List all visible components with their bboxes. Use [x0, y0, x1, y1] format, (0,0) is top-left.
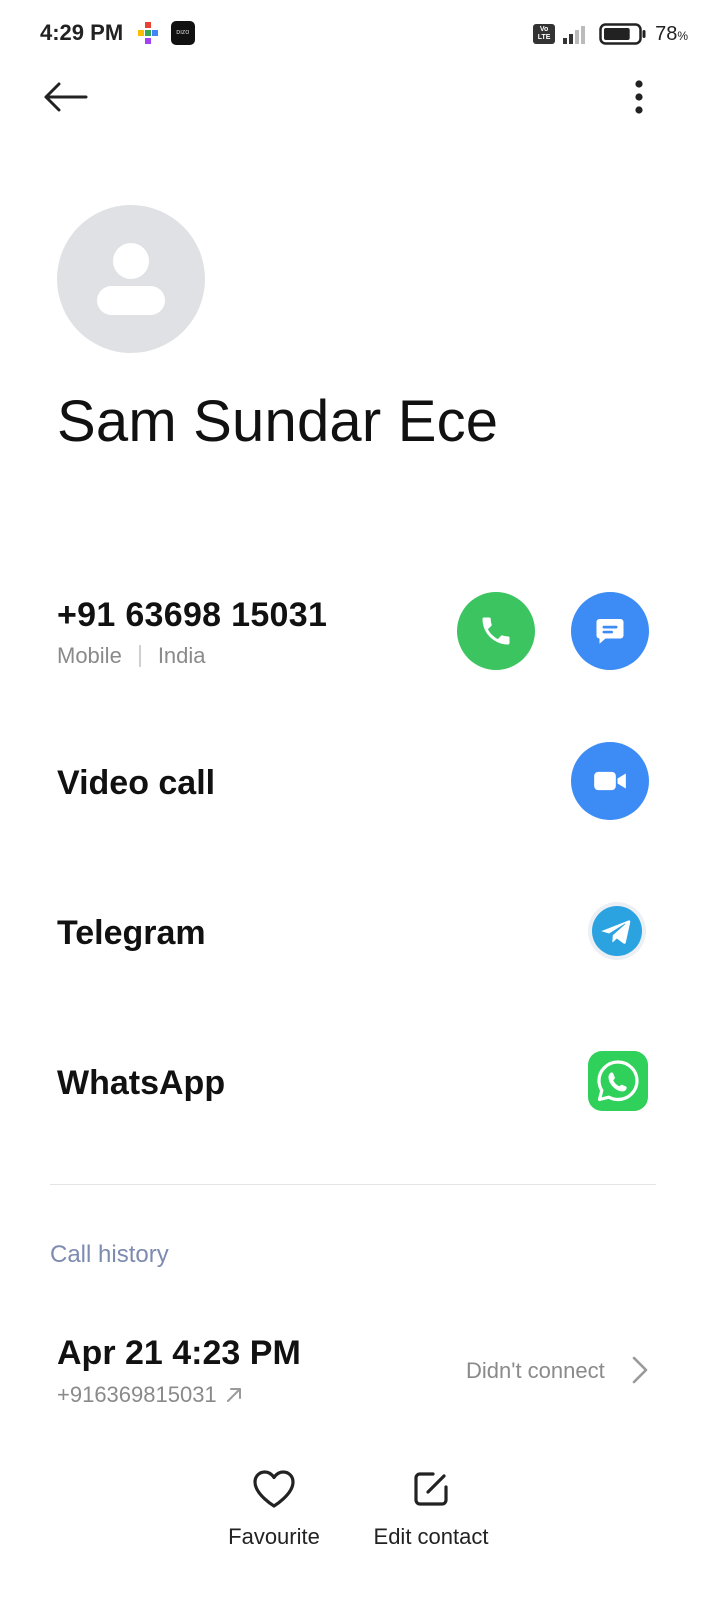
edit-contact-label: Edit contact [373, 1524, 489, 1549]
status-bar: 4:29 PM DIZO Vo LTE 78% [0, 0, 720, 68]
favourite-label: Favourite [228, 1524, 320, 1549]
whatsapp-icon [597, 1060, 639, 1102]
edit-contact-button[interactable]: Edit contact [364, 1466, 498, 1550]
contact-avatar [57, 205, 205, 353]
status-time: 4:29 PM [40, 20, 124, 45]
app-notification-icon [138, 22, 158, 44]
telegram-button[interactable] [588, 902, 646, 960]
call-button[interactable] [457, 592, 535, 670]
edit-icon-wrap [408, 1466, 454, 1512]
video-call-button[interactable] [571, 742, 649, 820]
outgoing-arrow-icon [226, 1388, 241, 1402]
message-button[interactable] [571, 592, 649, 670]
call-number-line: +916369815031 [57, 1382, 243, 1408]
more-vertical-icon [635, 80, 643, 114]
phone-meta: Mobile India [57, 643, 206, 669]
battery-percentage: 78% [655, 23, 688, 46]
phone-region: India [157, 643, 206, 668]
whatsapp-label[interactable]: WhatsApp [57, 1064, 225, 1103]
phone-type: Mobile [57, 643, 122, 668]
battery-value: 78 [655, 22, 678, 45]
battery-unit: % [677, 28, 688, 43]
signal-icon [563, 26, 586, 44]
phone-icon [482, 617, 510, 645]
call-history-row[interactable]: Apr 21 4:23 PM +916369815031 Didn't conn… [0, 1320, 720, 1420]
call-status: Didn't connect [466, 1358, 605, 1383]
call-number: +916369815031 [57, 1382, 217, 1407]
favourite-icon-wrap [251, 1466, 297, 1512]
dizo-app-label: DIZO [176, 30, 190, 36]
meta-divider [138, 645, 141, 667]
heart-icon [253, 1470, 295, 1508]
arrow-left-icon [44, 82, 88, 112]
call-datetime: Apr 21 4:23 PM [57, 1334, 301, 1372]
status-right-group: Vo LTE 78% [533, 22, 688, 46]
section-divider [50, 1184, 656, 1185]
dizo-app-icon: DIZO [171, 21, 195, 45]
message-icon [596, 619, 624, 644]
battery-icon [599, 23, 646, 45]
phone-number[interactable]: +91 63698 15031 [57, 596, 327, 635]
whatsapp-button[interactable] [588, 1051, 648, 1111]
favourite-button[interactable]: Favourite [220, 1466, 328, 1550]
telegram-label[interactable]: Telegram [57, 914, 206, 953]
person-placeholder-icon [97, 243, 165, 315]
video-call-label[interactable]: Video call [57, 764, 215, 803]
video-camera-icon [594, 771, 626, 791]
back-button[interactable] [36, 72, 96, 122]
telegram-icon [592, 906, 642, 956]
more-options-button[interactable] [614, 72, 664, 122]
edit-icon [414, 1472, 448, 1506]
call-history-title: Call history [50, 1241, 169, 1268]
chevron-right-icon [632, 1356, 648, 1384]
volte-icon: Vo LTE [533, 24, 556, 44]
contact-name: Sam Sundar Ece [57, 389, 499, 454]
